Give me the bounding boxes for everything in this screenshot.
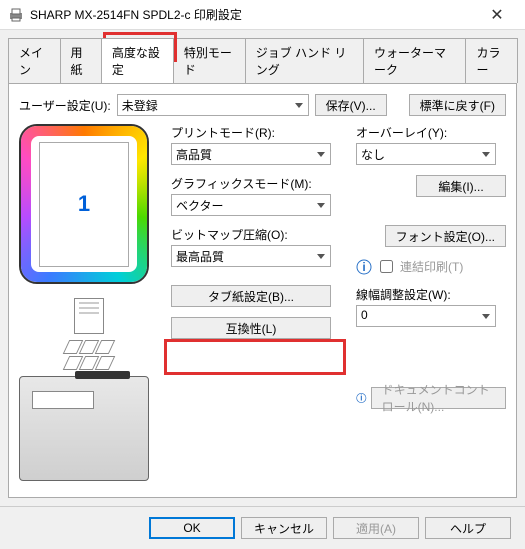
line-width-value: 0: [361, 308, 368, 322]
tab-paper-settings-button[interactable]: タブ紙設定(B)...: [171, 285, 331, 307]
window-title: SHARP MX-2514FN SPDL2-c 印刷設定: [30, 6, 477, 23]
edit-button[interactable]: 編集(I)...: [416, 175, 506, 197]
tab-watermark[interactable]: ウォーターマーク: [363, 38, 466, 83]
printer-illustration: [19, 376, 149, 481]
restore-defaults-button[interactable]: 標準に戻す(F): [409, 94, 506, 116]
user-setting-label: ユーザー設定(U):: [19, 97, 111, 114]
preview-page: 1: [39, 142, 129, 267]
page-preview[interactable]: 1: [19, 124, 149, 284]
document-control-button: ドキュメントコントロール(N)...: [371, 387, 506, 409]
svg-text:i: i: [360, 394, 362, 403]
user-setting-value: 未登録: [122, 99, 158, 113]
apply-button: 適用(A): [333, 517, 419, 539]
print-mode-label: プリントモード(R):: [171, 124, 344, 141]
overlay-value: なし: [361, 148, 385, 162]
line-width-label: 線幅調整設定(W):: [356, 286, 506, 303]
graphics-mode-dropdown[interactable]: ベクター: [171, 194, 331, 216]
bitmap-value: 最高品質: [176, 250, 224, 264]
tab-paper[interactable]: 用紙: [60, 38, 102, 83]
document-icon: [74, 298, 104, 334]
help-button[interactable]: ヘルプ: [425, 517, 511, 539]
page-stack-icon: [19, 340, 159, 354]
compatibility-button[interactable]: 互換性(L): [171, 317, 331, 339]
info-icon-2[interactable]: i: [356, 390, 367, 406]
tab-advanced[interactable]: 高度な設定: [101, 38, 174, 83]
overlay-label: オーバーレイ(Y):: [356, 124, 506, 141]
close-button[interactable]: ✕: [477, 1, 517, 29]
page-number: 1: [78, 191, 90, 217]
ok-button[interactable]: OK: [149, 517, 235, 539]
bitmap-dropdown[interactable]: 最高品質: [171, 245, 331, 267]
save-button[interactable]: 保存(V)...: [315, 94, 387, 116]
tab-job[interactable]: ジョブ ハンド リング: [245, 38, 364, 83]
printer-icon: [8, 7, 24, 23]
info-icon[interactable]: i: [356, 259, 372, 275]
bitmap-label: ビットマップ圧縮(O):: [171, 226, 344, 243]
page-stack-icon-2: [19, 356, 159, 370]
graphics-mode-value: ベクター: [176, 199, 224, 213]
overlay-dropdown[interactable]: なし: [356, 143, 496, 165]
cancel-button[interactable]: キャンセル: [241, 517, 327, 539]
line-width-dropdown[interactable]: 0: [356, 305, 496, 327]
tab-special[interactable]: 特別モード: [173, 38, 246, 83]
print-mode-value: 高品質: [176, 148, 212, 162]
print-mode-dropdown[interactable]: 高品質: [171, 143, 331, 165]
graphics-mode-label: グラフィックスモード(M):: [171, 175, 344, 192]
chain-print-checkbox[interactable]: [380, 260, 393, 273]
tab-main[interactable]: メイン: [8, 38, 61, 83]
svg-text:i: i: [362, 260, 365, 274]
font-settings-button[interactable]: フォント設定(O)...: [385, 225, 506, 247]
tab-color[interactable]: カラー: [465, 38, 518, 83]
user-setting-dropdown[interactable]: 未登録: [117, 94, 309, 116]
chain-print-label: 連結印刷(T): [400, 258, 463, 275]
